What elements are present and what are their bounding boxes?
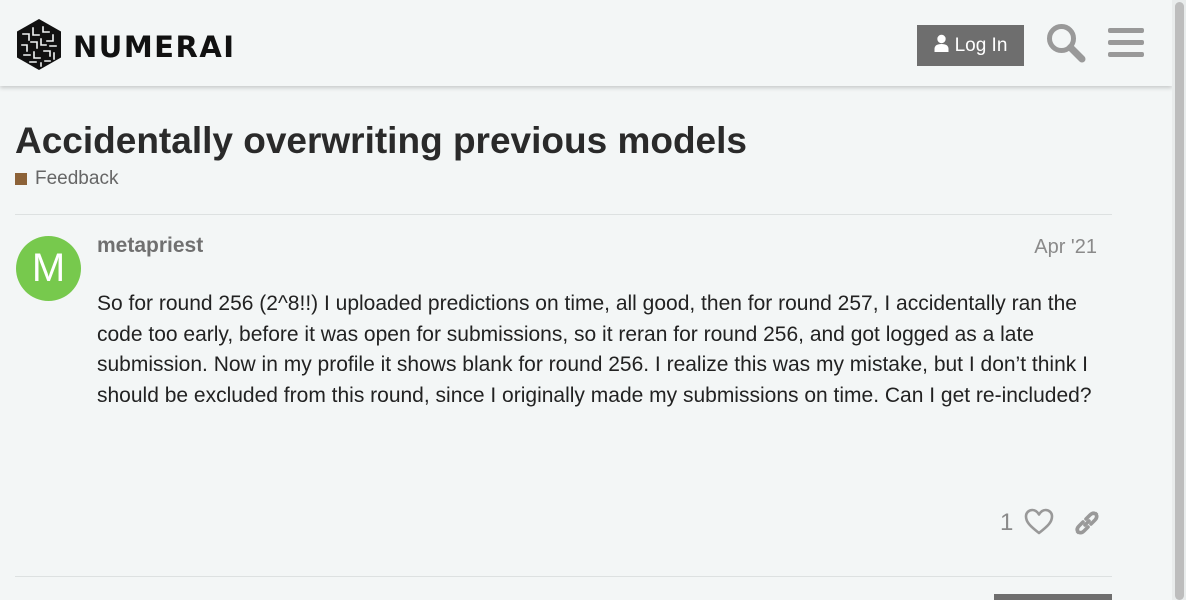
site-logo[interactable]: NUMERAI [15, 18, 236, 76]
scrollbar-thumb[interactable] [1175, 2, 1184, 600]
topic-title[interactable]: Accidentally overwriting previous models [15, 120, 747, 162]
category-label: Feedback [35, 168, 119, 189]
post-body: So for round 256 (2^8!!) I uploaded pred… [97, 292, 1092, 407]
heart-icon[interactable] [1024, 508, 1054, 541]
post-date[interactable]: Apr '21 [1034, 236, 1097, 259]
bottom-action-button[interactable] [994, 594, 1112, 600]
like-count[interactable]: 1 [1000, 509, 1013, 537]
brand-name: NUMERAI [73, 30, 236, 64]
link-icon[interactable] [1072, 508, 1102, 543]
numerai-logo-icon [15, 18, 63, 76]
avatar-letter: M [31, 246, 66, 290]
post-username[interactable]: metapriest [97, 234, 203, 258]
page-scrollbar[interactable] [1172, 0, 1186, 600]
avatar[interactable]: M [16, 236, 81, 301]
search-icon[interactable] [1045, 22, 1087, 69]
topic-divider [15, 214, 1112, 215]
post-divider [15, 576, 1112, 577]
login-label: Log In [954, 34, 1008, 56]
category-badge[interactable]: Feedback [15, 168, 118, 190]
site-header: NUMERAI Log In [0, 0, 1172, 86]
login-button[interactable]: Log In [917, 25, 1024, 66]
user-icon [934, 34, 949, 58]
category-color-swatch [15, 173, 27, 185]
hamburger-menu-icon[interactable] [1108, 26, 1144, 65]
